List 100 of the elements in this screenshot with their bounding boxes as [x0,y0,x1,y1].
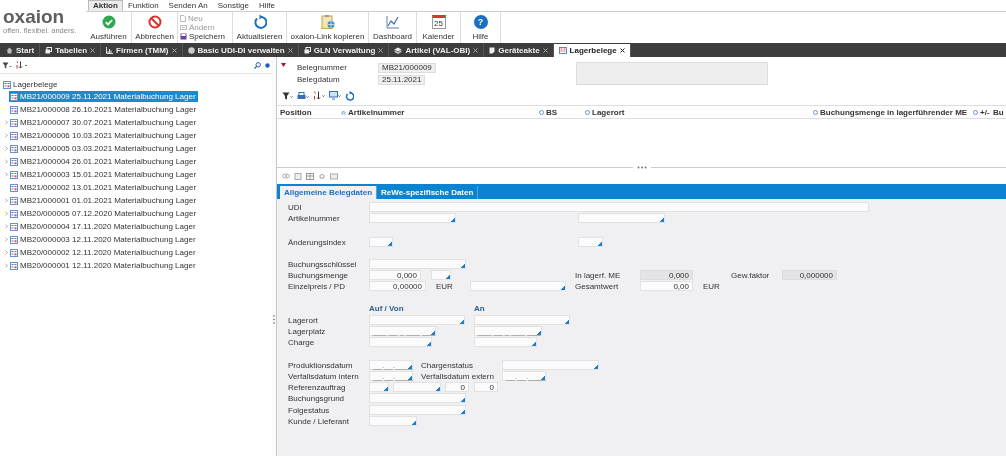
circle-indicator-icon [813,109,818,115]
dropdown-field[interactable] [369,237,393,247]
input-field[interactable]: 0,00000 [369,281,426,291]
document-grid-icon [10,157,18,166]
bar-chart-icon [106,46,114,54]
tree-item[interactable]: MB21/000007 30.07.2021 Materialbuchung Lager [0,116,199,129]
dropdown-field[interactable] [470,281,566,291]
document-grid-icon [10,170,18,179]
readonly-field: 0,000 [640,270,693,280]
tree-item[interactable]: MB20/000003 12.11.2020 Materialbuchung Lager [0,233,198,246]
date-field[interactable]: __.__.____ [502,371,546,381]
dropdown-field[interactable] [578,237,603,247]
date-field[interactable]: __.__.____ [369,371,413,381]
tab[interactable]: Allgemeine Belegdaten [280,186,378,199]
table-icon [306,172,314,180]
readonly-field: 25.11.2021 [378,74,426,85]
field-label: In lagerf. ME [575,270,622,280]
field-label: Gew.faktor [731,270,771,280]
field-label: Buchungsschlüssel [288,259,358,269]
readonly-field: 0,000000 [782,270,837,280]
document-grid-icon [10,131,18,140]
grid-icon [558,47,567,54]
caret-icon [4,172,9,177]
input-field[interactable]: 0 [474,382,498,392]
dropdown-field[interactable] [502,360,599,370]
column-header[interactable]: Artikelnummer [341,106,539,118]
collapse-triangle-icon [281,63,286,67]
column-header[interactable]: Position [280,106,341,118]
refresh-icon [345,90,354,101]
tab[interactable]: Lagerbelege [553,44,631,57]
tree-item[interactable]: MB21/000005 03.03.2021 Materialbuchung Lager [0,142,199,155]
menu-tab[interactable]: Senden An [163,0,213,11]
date-field[interactable]: __.__.____ [369,360,413,370]
dropdown-field[interactable] [431,270,451,280]
tree-item[interactable]: MB20/000002 12.11.2020 Materialbuchung Lager [0,246,198,259]
save-button[interactable]: Speichern [180,32,230,41]
dot-icon [265,62,270,68]
dropdown-field[interactable] [578,213,665,223]
input-field[interactable] [369,202,869,212]
document-icon [489,46,496,54]
field-label: EUR [703,281,721,291]
dropdown-field[interactable] [369,213,456,223]
menu-tab[interactable]: Aktion [88,0,123,11]
dropdown-field[interactable] [474,337,537,347]
close-icon [90,47,96,53]
tree-item[interactable]: MB21/000008 26.10.2021 Materialbuchung Lager [0,103,199,116]
filter-icon [282,91,293,100]
dropdown-field[interactable] [474,315,570,325]
field-label: Änderungsindex [288,237,347,247]
sort-indicator-icon [341,109,346,115]
tree-item[interactable]: MB21/000001 01.01.2021 Materialbuchung Lager [0,194,199,207]
dropdown-field[interactable] [393,382,441,392]
field-label: Gesamtwert [575,281,620,291]
caret-icon [4,159,9,164]
document-grid-icon [10,235,18,244]
dropdown-field[interactable]: ___ __ _ ___ ___ [369,326,436,336]
calendar-icon: 25 [431,15,446,29]
tree-item[interactable]: MB21/000003 15.01.2021 Materialbuchung Lager [0,168,199,181]
dropdown-field[interactable] [369,405,466,415]
dropdown-field[interactable] [369,382,389,392]
box-icon [394,46,403,54]
dropdown-field[interactable] [369,315,465,325]
field-label: Produktionsdatum [288,360,354,370]
field-label: Chargenstatus [421,360,475,370]
window-icon [303,46,311,54]
tree-item[interactable]: MB21/000002 13.01.2021 Materialbuchung Lager [0,181,199,194]
input-field[interactable]: 0 [445,382,469,392]
field-label: Verfallsdatum extern [421,371,495,381]
tree-item[interactable]: Lagerbelege [3,79,58,90]
column-header[interactable]: Bu [993,106,1006,118]
field-label: EUR [436,281,454,291]
close-icon [619,48,625,53]
column-header[interactable]: Buchungsmenge in lagerführender ME [813,106,973,118]
column-header[interactable]: Lagerort [585,106,813,118]
field-label: Lagerplatz [288,326,327,336]
card-icon [330,172,338,180]
column-header[interactable]: +/- [973,106,993,118]
input-field[interactable]: 0,00 [640,281,693,291]
menu-tab[interactable]: Funktion [122,0,164,11]
tree-item[interactable]: MB20/000001 12.11.2020 Materialbuchung Lager [0,259,198,272]
input-field[interactable]: 0,000 [369,270,421,280]
tree-item[interactable]: MB20/000005 07.12.2020 Materialbuchung Lager [0,207,199,220]
sort-icon [16,61,28,69]
tree-item[interactable]: MB21/000004 26.01.2021 Materialbuchung Lager [0,155,199,168]
dropdown-field[interactable] [369,337,432,347]
resize-grip-icon [636,165,647,169]
menu-tab[interactable]: Sonstige [212,0,254,11]
caret-icon [4,146,9,151]
column-heading: Auf / Von [369,303,405,313]
menu-tab[interactable]: Hilfe [253,0,280,11]
logo-text: oxaion [3,8,66,25]
caret-icon [4,198,9,203]
dropdown-field[interactable] [369,259,466,269]
dropdown-field[interactable]: ___ __ _ ___ ___ [474,326,542,336]
column-header[interactable]: BS [539,106,585,118]
dropdown-field[interactable] [369,393,466,403]
tree-item[interactable]: MB20/000004 17.11.2020 Materialbuchung Lager [0,220,198,233]
dropdown-field[interactable] [369,416,417,426]
tree-item[interactable]: MB21/000006 10.03.2021 Materialbuchung Lager [0,129,199,142]
document-grid-icon [10,196,18,205]
